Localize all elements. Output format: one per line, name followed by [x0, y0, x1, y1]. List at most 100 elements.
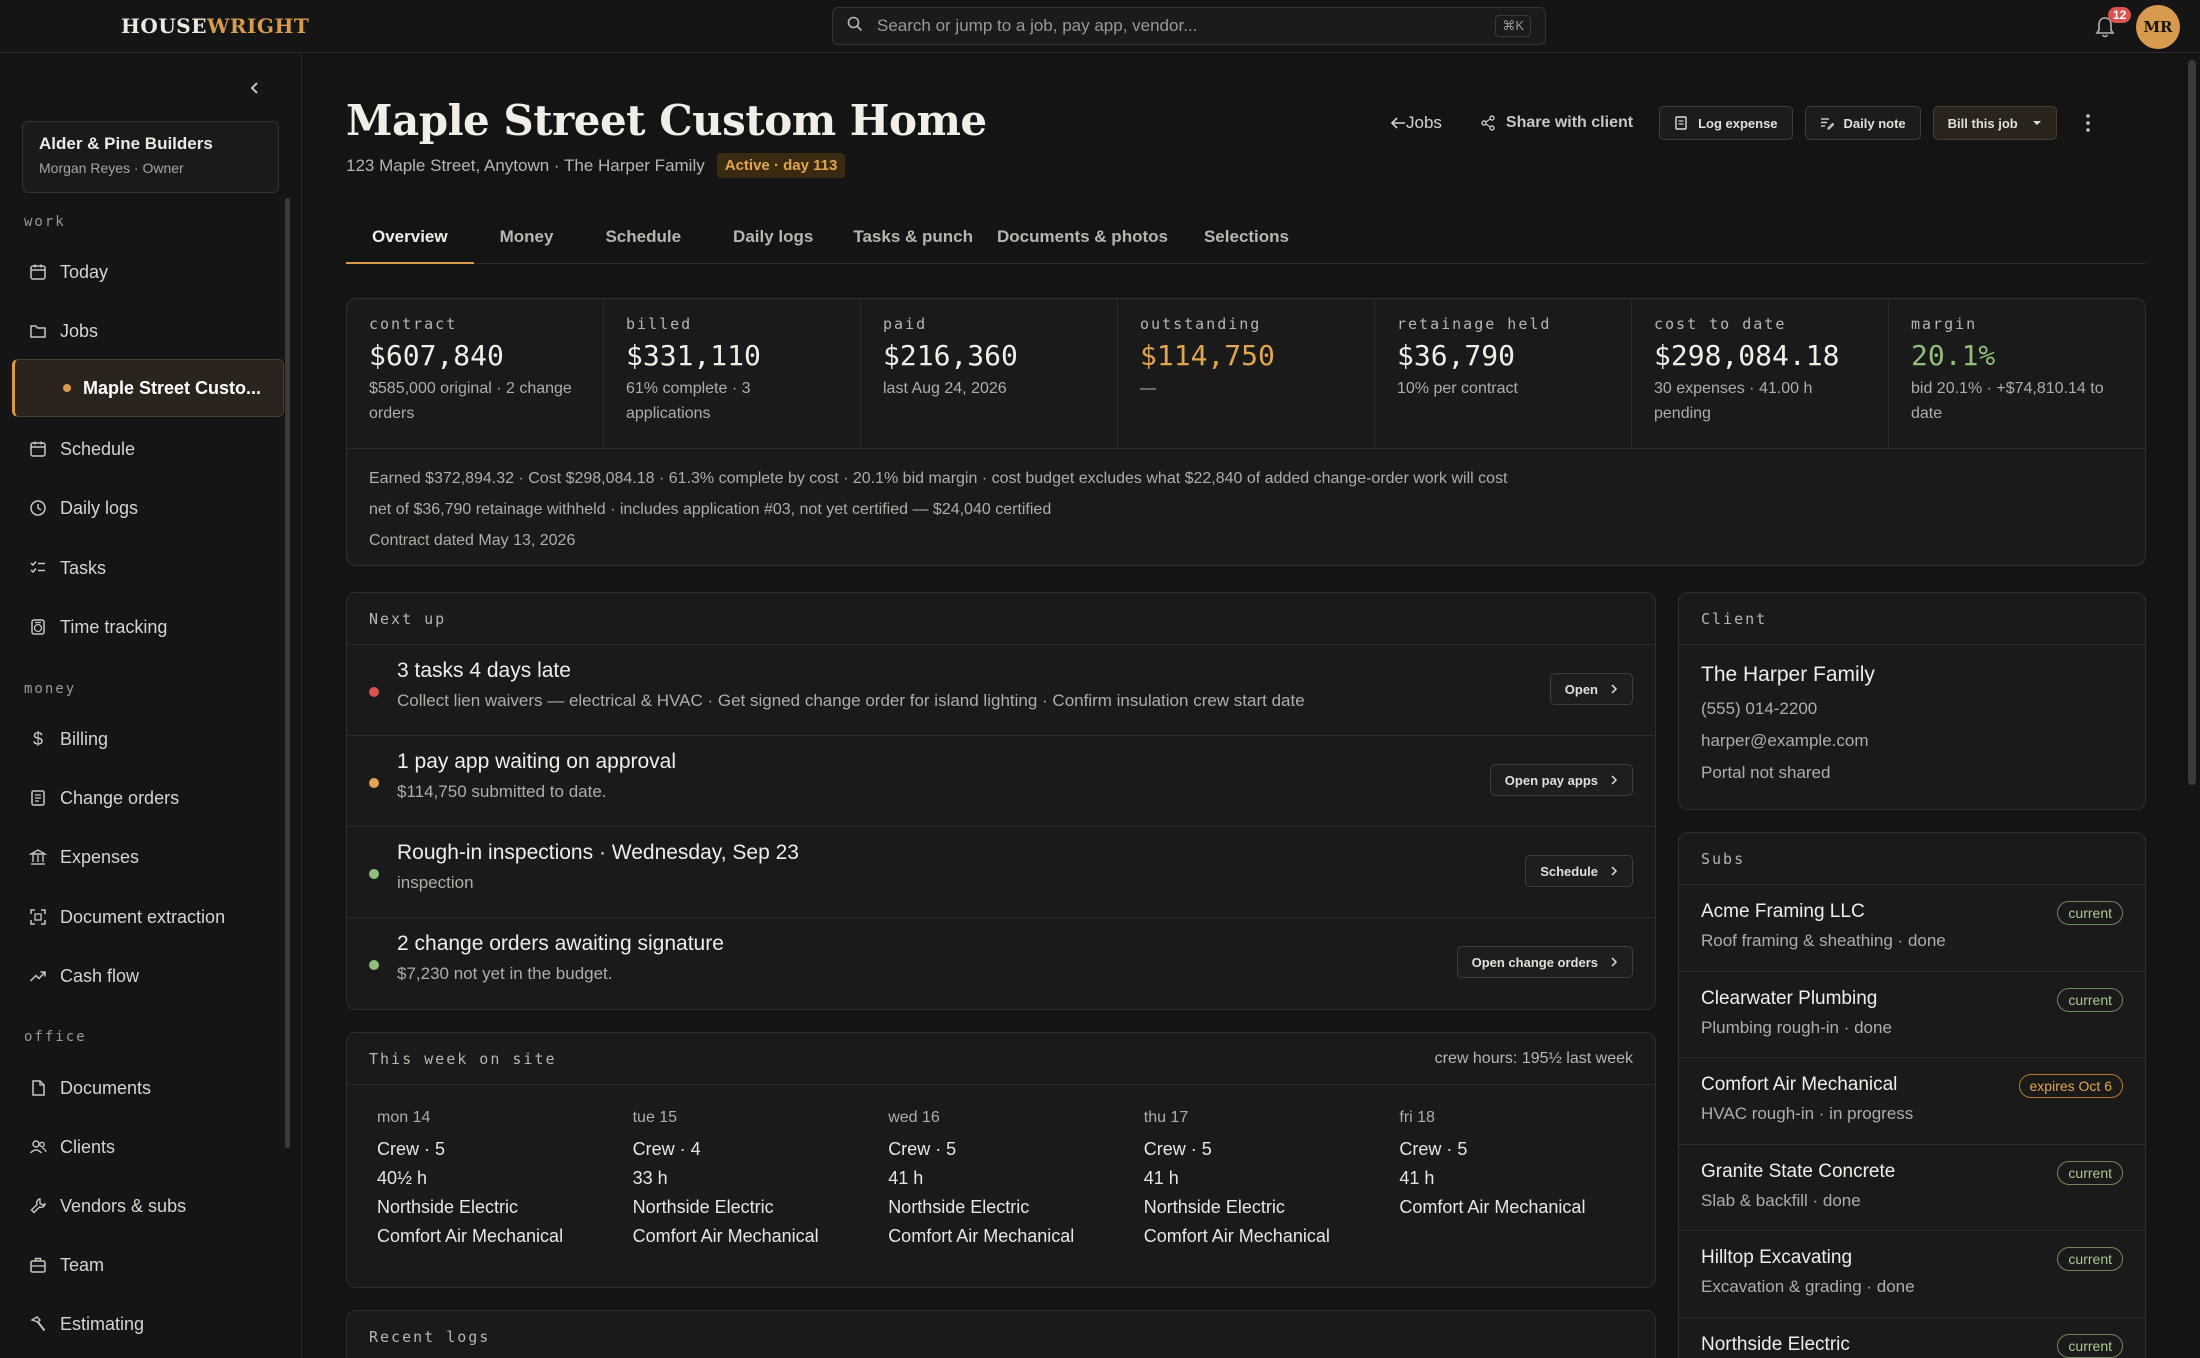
- sidebar-item-label: Schedule: [60, 438, 136, 459]
- card-heading: This week on site crew hours: 195½ last …: [347, 1033, 1655, 1085]
- main-scrollbar[interactable]: [2188, 60, 2196, 785]
- bill-this-job-label: Bill this job: [1947, 115, 2018, 131]
- crew-count: Crew · 5: [1399, 1139, 1468, 1159]
- tab-schedule[interactable]: Schedule: [579, 218, 707, 264]
- sidebar-item-schedule[interactable]: Schedule: [12, 424, 284, 474]
- user-avatar[interactable]: MR: [2136, 5, 2180, 49]
- sidebar-item-document-extraction[interactable]: Document extraction: [12, 892, 284, 942]
- button-label: Open pay apps: [1504, 772, 1598, 788]
- log-expense-button[interactable]: Log expense: [1659, 106, 1793, 140]
- crew-count: Crew · 5: [888, 1139, 957, 1159]
- job-address: 123 Maple Street, Anytown · The Harper F…: [346, 155, 705, 175]
- metric-detail: $585,000 original · 2 change orders: [369, 380, 572, 422]
- button-label: Open change orders: [1471, 954, 1598, 970]
- collapse-sidebar-button[interactable]: [242, 75, 268, 101]
- sub-list-item[interactable]: Granite State Concrete Slab & backfill ·…: [1679, 1145, 2145, 1231]
- tab-daily-logs[interactable]: Daily logs: [707, 218, 839, 264]
- sub-list-item[interactable]: Clearwater Plumbing Plumbing rough-in · …: [1679, 972, 2145, 1058]
- metric-contract: contract $607,840 $585,000 original · 2 …: [347, 299, 604, 448]
- search-bar[interactable]: Search or jump to a job, pay app, vendor…: [832, 7, 1546, 45]
- sub-on-site: Comfort Air Mechanical: [1143, 1226, 1330, 1246]
- app-logo[interactable]: HOUSEWRIGHT: [121, 14, 309, 38]
- client-name[interactable]: The Harper Family: [1701, 663, 2123, 687]
- card-heading: Subs: [1679, 833, 2145, 885]
- sub-on-site: Northside Electric: [1143, 1197, 1285, 1217]
- section-label-work: work: [24, 214, 66, 230]
- tab-tasks-punch[interactable]: Tasks & punch: [839, 218, 985, 264]
- tab-overview[interactable]: Overview: [346, 218, 474, 264]
- daily-note-label: Daily note: [1843, 115, 1906, 131]
- day-label: tue 15: [632, 1109, 678, 1126]
- metric-value: $298,084.18: [1654, 339, 1840, 372]
- next-up-detail: Collect lien waivers — electrical & HVAC…: [397, 691, 1305, 710]
- sidebar-item-change-orders[interactable]: Change orders: [12, 773, 284, 823]
- metric-value: 20.1%: [1911, 339, 1996, 372]
- open-pay-apps-button[interactable]: Open pay apps: [1489, 764, 1633, 796]
- metric-margin: margin 20.1% bid 20.1% · +$74,810.14 to …: [1889, 299, 2145, 448]
- sidebar-item-label: Billing: [60, 728, 109, 749]
- timer-icon: [28, 617, 48, 637]
- share-with-client-button[interactable]: Share with client: [1480, 114, 1633, 132]
- metric-value: $114,750: [1140, 339, 1275, 372]
- sidebar-item-today[interactable]: Today: [12, 247, 284, 297]
- sidebar-item-billing[interactable]: $ Billing: [12, 714, 284, 764]
- sidebar-item-current-job[interactable]: Maple Street Custo...: [12, 359, 284, 417]
- sub-list-item[interactable]: Acme Framing LLC Roof framing & sheathin…: [1679, 885, 2145, 972]
- card-heading: Next up: [347, 593, 1655, 645]
- hammer-icon: [28, 1314, 48, 1334]
- tab-documents-photos[interactable]: Documents & photos: [985, 218, 1180, 264]
- sidebar-item-jobs[interactable]: Jobs: [12, 306, 284, 356]
- sidebar-scrollbar[interactable]: [285, 198, 290, 1148]
- sub-on-site: Comfort Air Mechanical: [1399, 1197, 1586, 1217]
- next-up-title: Rough-in inspections · Wednesday, Sep 23: [397, 841, 799, 864]
- organization-switcher[interactable]: Alder & Pine Builders Morgan Reyes · Own…: [22, 121, 279, 193]
- metric-label: cost to date: [1654, 315, 1787, 333]
- sub-on-site: Northside Electric: [377, 1197, 519, 1217]
- contract-date: Contract dated May 13, 2026: [369, 532, 576, 549]
- clock-icon: [28, 498, 48, 518]
- sidebar-item-daily-logs[interactable]: Daily logs: [12, 483, 284, 533]
- daily-note-button[interactable]: Daily note: [1804, 106, 1921, 140]
- arrow-left-icon: [1390, 117, 1405, 129]
- users-icon: [28, 1137, 48, 1157]
- notifications-button[interactable]: 12: [2094, 7, 2132, 39]
- page-title: Maple Street Custom Home: [346, 96, 987, 145]
- metric-label: retainage held: [1397, 315, 1552, 333]
- this-week-card: This week on site crew hours: 195½ last …: [346, 1032, 1656, 1288]
- next-up-title: 1 pay app waiting on approval: [397, 750, 677, 773]
- tab-selections[interactable]: Selections: [1180, 218, 1303, 264]
- sidebar-item-documents[interactable]: Documents: [12, 1063, 284, 1113]
- sub-list-item[interactable]: Northside Electric current: [1679, 1318, 2145, 1358]
- sub-list-item[interactable]: Comfort Air Mechanical HVAC rough-in · i…: [1679, 1058, 2145, 1145]
- card-heading: Client: [1679, 593, 2145, 645]
- insurance-status-badge: current: [2057, 987, 2123, 1012]
- more-options-button[interactable]: [2081, 111, 2095, 135]
- sidebar-item-time-tracking[interactable]: Time tracking: [12, 602, 284, 652]
- sidebar-item-expenses[interactable]: Expenses: [12, 832, 284, 882]
- sidebar-item-team[interactable]: Team: [12, 1240, 284, 1290]
- section-label-office: office: [24, 1029, 87, 1045]
- client-card: Client The Harper Family (555) 014-2200 …: [1678, 592, 2146, 810]
- chevron-right-icon: [1611, 684, 1618, 694]
- section-label-money: money: [24, 681, 77, 697]
- sidebar-item-clients[interactable]: Clients: [12, 1122, 284, 1172]
- search-icon: [847, 16, 863, 37]
- back-to-jobs-link[interactable]: Jobs: [1390, 113, 1442, 133]
- open-change-orders-button[interactable]: Open change orders: [1456, 946, 1633, 978]
- client-email[interactable]: harper@example.com: [1701, 731, 2123, 751]
- share-label: Share with client: [1505, 114, 1634, 131]
- sidebar-item-vendors[interactable]: Vendors & subs: [12, 1181, 284, 1231]
- sidebar-item-estimating[interactable]: Estimating: [12, 1299, 284, 1349]
- sidebar-item-cash-flow[interactable]: Cash flow: [12, 951, 284, 1001]
- sub-list-item[interactable]: Hilltop Excavating Excavation & grading …: [1679, 1231, 2145, 1318]
- bill-this-job-button[interactable]: Bill this job: [1932, 106, 2057, 140]
- card-heading: Recent logs: [347, 1311, 1655, 1358]
- schedule-inspection-button[interactable]: Schedule: [1525, 855, 1633, 887]
- receipt-icon: [1674, 116, 1688, 130]
- subs-card: Subs Acme Framing LLC Roof framing & she…: [1678, 832, 2146, 1358]
- tab-money[interactable]: Money: [474, 218, 580, 264]
- client-phone[interactable]: (555) 014-2200: [1701, 699, 2123, 719]
- sidebar-item-tasks[interactable]: Tasks: [12, 543, 284, 593]
- open-tasks-button[interactable]: Open: [1549, 673, 1633, 705]
- chevron-right-icon: [1611, 775, 1618, 785]
